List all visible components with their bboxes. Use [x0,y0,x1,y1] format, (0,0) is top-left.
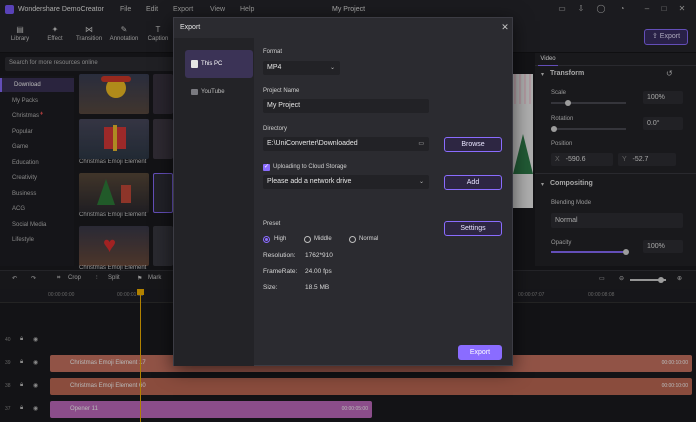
browse-button[interactable]: Browse [444,137,502,152]
resolution-label: Resolution: [263,252,296,259]
nav-youtube[interactable]: YouTube [185,78,253,106]
dialog-title: Export [180,24,201,31]
pc-icon [191,60,198,68]
size-label: Size: [263,284,278,291]
resolution-value: 1762*910 [305,252,333,259]
format-label: Format [263,49,283,55]
network-drive-select[interactable]: Please add a network drive ⌄ [263,175,429,189]
add-drive-button[interactable]: Add [444,175,502,190]
preset-high-radio[interactable] [263,236,270,243]
export-target-nav: This PC YouTube [174,38,254,366]
preset-middle-label[interactable]: Middle [314,236,332,242]
nav-this-pc-label: This PC [201,61,223,67]
chevron-down-icon: ⌄ [418,179,424,185]
cloud-upload-checkbox[interactable]: ✓ [263,164,270,171]
close-icon[interactable]: ✕ [499,21,511,33]
chevron-down-icon: ⌄ [329,65,335,71]
framerate-value: 24.00 fps [305,268,332,275]
export-dialog: Export ✕ This PC YouTube Format MP4 ⌄ Pr… [173,17,513,366]
youtube-icon [191,89,198,95]
format-select[interactable]: MP4 ⌄ [263,61,340,75]
size-value: 18.5 MB [305,284,330,291]
folder-icon[interactable]: ▭ [418,137,424,151]
project-name-input[interactable]: My Project [263,99,429,113]
directory-value: E:\UniConverter\Downloaded [267,140,358,147]
export-button[interactable]: Export [458,345,502,360]
preset-high-label[interactable]: High [274,236,286,242]
preset-label: Preset [263,221,281,227]
preset-normal-radio[interactable] [349,236,356,243]
directory-input[interactable]: E:\UniConverter\Downloaded ▭ [263,137,429,151]
nav-youtube-label: YouTube [201,89,225,95]
project-name-label: Project Name [263,88,300,94]
directory-label: Directory [263,126,288,132]
settings-button[interactable]: Settings [444,221,502,236]
preset-normal-label[interactable]: Normal [359,236,378,242]
framerate-label: FrameRate: [263,268,298,275]
preset-middle-radio[interactable] [304,236,311,243]
format-value: MP4 [267,64,282,71]
network-drive-placeholder: Please add a network drive [267,178,352,185]
cloud-upload-label: Uploading to Cloud Storage [273,164,347,170]
nav-this-pc[interactable]: This PC [185,50,253,78]
